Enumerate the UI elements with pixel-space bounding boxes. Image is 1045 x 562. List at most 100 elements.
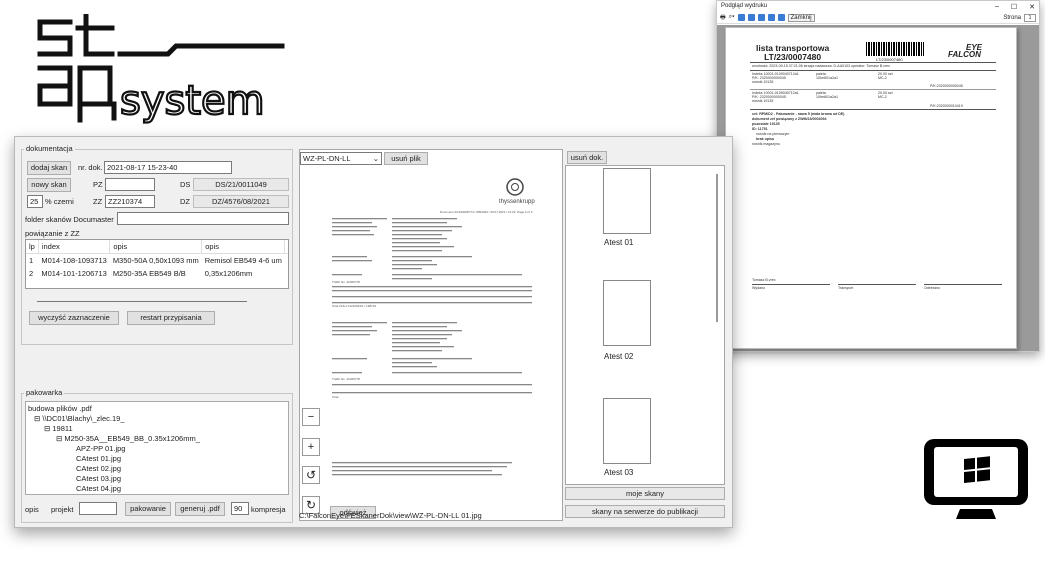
tree-root[interactable]: budowa plików .pdf bbox=[28, 404, 92, 413]
minimize-icon[interactable]: – bbox=[995, 3, 999, 10]
folder-label: folder skanów Documaster bbox=[25, 215, 114, 224]
col-opis1[interactable]: opis bbox=[109, 240, 203, 254]
item1-mc: MC-2 bbox=[878, 76, 887, 80]
sign-operator: Tomasz B.vrex bbox=[752, 278, 776, 282]
one-page-icon[interactable] bbox=[737, 14, 745, 21]
zoom-out-button[interactable]: − bbox=[302, 408, 320, 426]
col-lp[interactable]: lp bbox=[26, 240, 39, 254]
compression-field[interactable]: 90 bbox=[231, 502, 249, 515]
grid-header: lp index opis opis zle bbox=[26, 240, 288, 254]
close-button[interactable]: Zamknij bbox=[787, 13, 815, 22]
thumbnail-atest-03[interactable] bbox=[603, 398, 651, 464]
divider bbox=[750, 89, 996, 90]
viewer-file-select[interactable]: WZ-PL-DN-LL ⌄ bbox=[300, 152, 382, 165]
item1-pk-right: P/K:2320000000045 bbox=[930, 84, 963, 88]
pz-field[interactable] bbox=[105, 178, 155, 191]
pz-label: PZ bbox=[93, 180, 103, 189]
col-zle[interactable]: zle bbox=[284, 240, 288, 254]
thumbnail-atest-01[interactable] bbox=[603, 168, 651, 234]
scan-content: thyssenkrupp Document 4/1200008774 / 999… bbox=[332, 178, 535, 476]
sign-received: Odebrano bbox=[924, 286, 940, 290]
tree-leaf[interactable]: APZ-PP 01.jpg bbox=[76, 444, 125, 453]
divider bbox=[750, 109, 996, 110]
sign-line bbox=[838, 284, 916, 285]
item1-code: 10he601a2a1 bbox=[816, 76, 838, 80]
note-carrier: nośnik na pierwszym bbox=[756, 132, 790, 136]
six-page-icon[interactable] bbox=[777, 14, 785, 21]
thumbnail-scrollbar[interactable] bbox=[716, 174, 718, 322]
zz-label: ZZ bbox=[93, 197, 103, 206]
scanned-document: thyssenkrupp Document 4/1200008774 / 999… bbox=[322, 172, 552, 502]
folder-field[interactable] bbox=[117, 212, 289, 225]
pack-button[interactable]: pakowanie bbox=[125, 502, 171, 516]
add-scan-button[interactable]: dodaj skan bbox=[27, 161, 71, 175]
document-viewer[interactable]: WZ-PL-DN-LL ⌄ usuń plik thyssenkrupp Docu… bbox=[299, 149, 563, 521]
cell: M250-35A EB549 B/B bbox=[112, 269, 186, 278]
zz-grid[interactable]: lp index opis opis zle 1 M014-108-109371… bbox=[25, 239, 289, 289]
project-field[interactable] bbox=[79, 502, 117, 515]
doc-number-field[interactable]: 2021-08-17 15-23-40 bbox=[104, 161, 232, 174]
new-scan-button[interactable]: nowy skan bbox=[27, 178, 71, 192]
tree-node-19811[interactable]: ⊟ 19811 bbox=[44, 424, 73, 433]
barcode-image bbox=[866, 42, 924, 56]
preview-titlebar: Podgląd wydruku – ☐ ✕ bbox=[717, 1, 1039, 12]
cell: Remisol EB549 4-6 um bbox=[204, 256, 282, 265]
dz-field[interactable]: DZ/4576/08/2021 bbox=[193, 195, 289, 208]
tree-node-dc01[interactable]: ⊟ \\DC01\Blachy\_zlec.19_ bbox=[34, 414, 125, 423]
thumbnail-label: Atest 01 bbox=[604, 238, 634, 247]
server-scans-button[interactable]: skany na serwerze do publikacji bbox=[565, 505, 725, 518]
zoom-icon[interactable]: ⌕▾ bbox=[729, 14, 735, 21]
restart-assignment-button[interactable]: restart przypisania bbox=[127, 311, 215, 325]
scan-total-1: Total Order 01210024/1 / 198719 bbox=[332, 304, 376, 308]
close-icon[interactable]: ✕ bbox=[1029, 3, 1035, 11]
scan-brand: thyssenkrupp bbox=[499, 199, 535, 205]
col-index[interactable]: index bbox=[38, 240, 111, 254]
linking-label: powiązanie z ZZ bbox=[25, 229, 80, 238]
sign-issued: Wydano bbox=[752, 286, 766, 290]
thumbnail-atest-02[interactable] bbox=[603, 280, 651, 346]
scan-traffic-1: Traffic No. 32266778 bbox=[332, 280, 360, 284]
table-row[interactable]: 1 M014-108-1093713 M350-50A 0,50x1093 mm… bbox=[26, 254, 288, 268]
documentation-label: dokumentacja bbox=[24, 144, 75, 153]
file-tree[interactable]: budowa plików .pdf ⊟ \\DC01\Blachy\_zlec… bbox=[25, 401, 289, 495]
delete-file-button[interactable]: usuń plik bbox=[384, 152, 428, 165]
col-opis2[interactable]: opis bbox=[201, 240, 286, 254]
black-percent-field[interactable]: 25 bbox=[27, 195, 43, 208]
three-page-icon[interactable] bbox=[757, 14, 765, 21]
thumbnail-panel[interactable]: Atest 01 Atest 02 Atest 03 bbox=[565, 165, 725, 485]
table-row[interactable]: 2 M014-101-1206713 M250-35A EB549 B/B 0,… bbox=[26, 267, 288, 280]
tree-leaf[interactable]: CAtest 02.jpg bbox=[76, 464, 121, 473]
my-scans-button[interactable]: moje skany bbox=[565, 487, 725, 500]
maximize-icon[interactable]: ☐ bbox=[1011, 3, 1017, 11]
scan-traffic-2: Traffic No. 32266778 bbox=[332, 377, 360, 381]
printer-icon[interactable]: 🖶 bbox=[720, 13, 726, 23]
ds-field[interactable]: DS/21/0011049 bbox=[193, 178, 289, 191]
tree-leaf[interactable]: CAtest 01.jpg bbox=[76, 454, 121, 463]
doc-meta-row: wrodność: 2023-09-15 07:21:06 stracja na… bbox=[752, 64, 890, 68]
four-page-icon[interactable] bbox=[767, 14, 775, 21]
tree-leaf[interactable]: CAtest 04.jpg bbox=[76, 484, 121, 493]
rotate-left-icon[interactable]: ↺ bbox=[302, 466, 320, 484]
zoom-in-button[interactable]: + bbox=[302, 438, 320, 456]
tree-node-m250[interactable]: ⊟ M250-35A__EB549_BB_0.35x1206mm_ bbox=[56, 434, 200, 443]
scan-total-2: Total bbox=[332, 395, 339, 399]
divider bbox=[750, 62, 996, 63]
tree-leaf[interactable]: CAtest 03.jpg bbox=[76, 474, 121, 483]
black-percent-label: % czerni bbox=[45, 197, 74, 206]
ds-label: DS bbox=[180, 180, 191, 189]
preview-toolbar: 🖶 ⌕▾ Zamknij Strona 1 bbox=[717, 12, 1039, 24]
generate-pdf-button[interactable]: generuj .pdf bbox=[175, 502, 225, 516]
compression-label: kompresja bbox=[251, 505, 286, 514]
delete-doc-button[interactable]: usuń dok. bbox=[567, 151, 607, 164]
preview-page: lista transportowa LT/23/0007480 LT/23/0… bbox=[725, 27, 1017, 349]
cell: M350-50A 0,50x1093 mm bbox=[112, 256, 199, 265]
chevron-down-icon[interactable]: ⌄ bbox=[373, 153, 379, 164]
item2-code: 10he601a2a1 bbox=[816, 95, 838, 99]
viewer-select-value: WZ-PL-DN-LL bbox=[303, 154, 351, 163]
item2-pk-right: P/K:2320000010419 bbox=[930, 104, 963, 108]
zz-field[interactable]: ZZ210374 bbox=[105, 195, 155, 208]
grid-scrollbar[interactable] bbox=[37, 301, 247, 302]
page-number-input[interactable]: 1 bbox=[1024, 13, 1036, 22]
clear-selection-button[interactable]: wyczyść zaznaczenie bbox=[29, 311, 119, 325]
two-page-icon[interactable] bbox=[747, 14, 755, 21]
